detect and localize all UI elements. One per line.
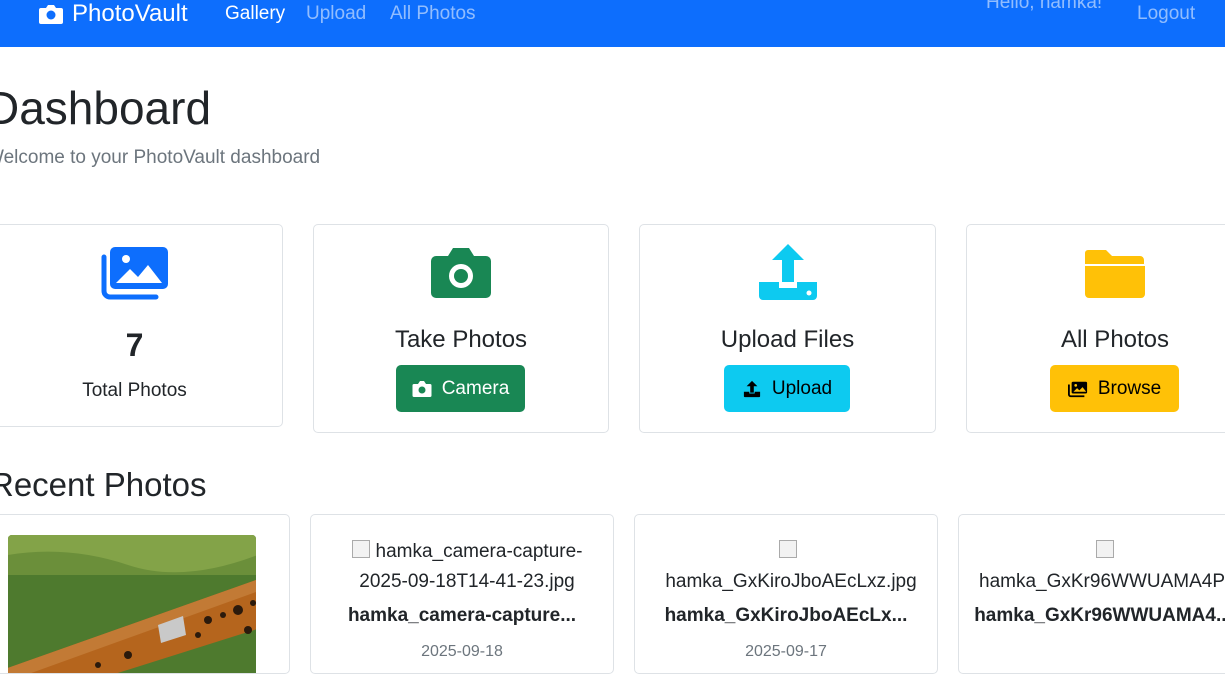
camera-icon [412,380,432,397]
photo-broken-image[interactable]: hamka_camera-capture-2025-09-18T14-41-23… [331,537,603,597]
photo-card[interactable] [0,514,290,674]
broken-image-icon [779,540,797,558]
upload-icon [743,380,760,397]
photo-card[interactable]: hamka_GxKr96WWUAMA4Pn.jpg hamka_GxKr96WW… [958,514,1225,674]
take-photos-title: Take Photos [394,326,528,353]
all-photos-title: All Photos [1060,326,1170,353]
browse-button[interactable]: Browse [1050,365,1179,412]
photo-alt-text: hamka_camera-capture-2025-09-18T14-41-23… [359,541,583,592]
total-photos-label: Total Photos [82,380,187,401]
nav-gallery[interactable]: Gallery [225,0,285,27]
total-photos-card: 7 Total Photos [0,224,283,427]
camera-button-label: Camera [441,377,510,399]
photo-date: 2025-09-18 [421,643,503,660]
images-icon [0,243,282,303]
upload-button-label: Upload [771,377,833,399]
photo-card[interactable]: hamka_GxKiroJboAEcLxz.jpg hamka_GxKiroJb… [634,514,938,674]
user-greeting: Hello, hamka! [986,0,1103,13]
photo-broken-image[interactable]: hamka_GxKr96WWUAMA4Pn.jpg [979,537,1225,597]
upload-icon [640,243,935,303]
photo-broken-image[interactable]: hamka_GxKiroJboAEcLxz.jpg [655,537,927,597]
images-icon [1067,381,1087,397]
take-photos-card: Take Photos Camera [313,224,609,433]
camera-button[interactable]: Camera [396,365,525,412]
photo-thumbnail[interactable] [8,535,256,673]
broken-image-icon [351,540,370,558]
photo-date: 2025-09-17 [745,643,827,660]
upload-files-title: Upload Files [720,326,855,353]
total-photos-count: 7 [125,327,144,363]
recent-photos-title: Recent Photos [0,466,207,503]
upload-files-card: Upload Files Upload [639,224,936,433]
nav-all-photos[interactable]: All Photos [390,0,476,27]
photo-filename: hamka_camera-capture... [347,605,577,626]
photo-alt-text: hamka_GxKr96WWUAMA4Pn.jpg [979,571,1225,592]
logout-link[interactable]: Logout [1137,0,1195,27]
upload-button[interactable]: Upload [724,365,850,412]
page-title: Dashboard [0,82,212,134]
page-subtitle: Welcome to your PhotoVault dashboard [0,147,321,168]
photo-card[interactable]: hamka_camera-capture-2025-09-18T14-41-23… [310,514,614,674]
broken-image-icon [1096,540,1114,558]
camera-icon [314,243,608,303]
brand[interactable]: PhotoVault [38,0,188,27]
all-photos-card: All Photos Browse [966,224,1225,433]
browse-button-label: Browse [1097,377,1162,399]
photo-filename: hamka_GxKiroJboAEcLx... [664,605,908,626]
folder-icon [967,243,1225,303]
navbar: PhotoVault Gallery Upload All Photos Hel… [0,0,1225,47]
nav-upload[interactable]: Upload [306,0,366,27]
photo-alt-text: hamka_GxKiroJboAEcLxz.jpg [665,571,917,592]
camera-icon [39,4,63,24]
photo-filename: hamka_GxKr96WWUAMA4... [974,605,1225,626]
brand-name: PhotoVault [72,0,188,27]
